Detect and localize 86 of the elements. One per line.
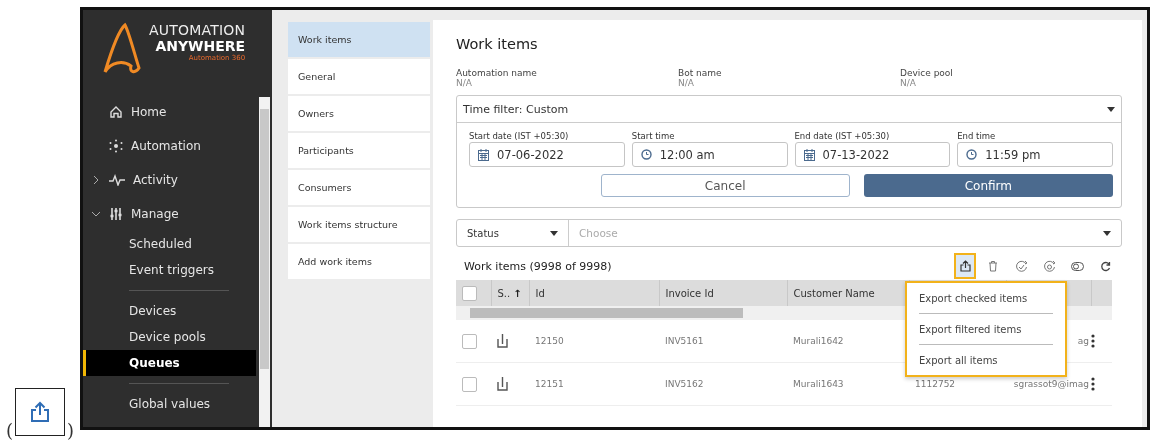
nav-item[interactable]: Home [131,105,167,119]
nav-item[interactable]: Scheduled [83,231,256,257]
cancel-button[interactable]: Cancel [600,174,850,197]
nav-item[interactable]: Event triggers [83,257,256,283]
subnav-tab[interactable]: Work items [288,22,430,57]
chevron-right-icon[interactable] [91,175,101,185]
field-label: Start time [631,131,676,141]
column-header[interactable]: S.. [497,287,511,299]
nav-item[interactable]: Manage [131,207,179,221]
table-cell: Murali1643 [793,379,844,389]
toggle-icon[interactable] [1070,261,1084,271]
status-dropdown[interactable]: Status [457,220,569,246]
subnav-tab[interactable]: Consumers [288,170,430,205]
checkbox[interactable] [462,285,477,301]
field-label: Automation name [456,68,538,78]
home-icon [109,105,123,119]
column-header[interactable]: Id [535,287,545,299]
sliders-icon [109,207,123,221]
caret-down-icon [550,230,558,236]
table-cell: sgrassot9@imag [1013,379,1089,389]
field-value: N/A [456,78,473,88]
nav-item[interactable]: Automation [131,139,201,153]
nav-item[interactable]: Devices [83,298,256,324]
pulse-icon [109,174,125,186]
parenthesis: ) [67,422,75,440]
table-cell: 12150 [535,336,564,346]
time-filter-dropdown[interactable]: Time filter: Custom [457,96,1121,123]
date-field[interactable]: 07-06-2022 [469,142,625,167]
date-field[interactable]: 07-13-2022 [794,142,951,167]
caret-down-icon [1103,230,1111,236]
menu-item[interactable]: Export all items [919,345,1053,375]
refresh-circle-icon[interactable] [1042,259,1056,273]
subnav-tab[interactable]: Owners [288,96,430,131]
field-label: Device pool [900,68,954,78]
nav-item[interactable]: Activity [133,173,178,187]
kebab-icon[interactable] [1091,334,1095,348]
clock-icon [966,149,978,160]
tray-down-icon [497,334,508,348]
subnav-tab[interactable]: Work items structure [288,207,430,242]
menu-item[interactable]: Export checked items [919,283,1053,314]
subnav-tab[interactable]: General [288,59,430,94]
table-title: Work items (9998 of 9998) [464,259,612,273]
checkbox[interactable] [462,376,477,392]
tray-down-icon [497,377,508,391]
trash-icon[interactable] [988,260,998,272]
menu-item[interactable]: Export filtered items [919,314,1053,345]
share-icon[interactable] [959,260,971,272]
dots-icon [109,139,123,153]
clock-icon [640,149,652,160]
field-label: End time [957,131,997,141]
toolbar-button[interactable] [954,253,976,279]
table-cell: INV5162 [665,379,704,389]
field-value: N/A [678,78,695,88]
nav-item[interactable]: Device pools [83,324,256,350]
caret-down-icon [1107,106,1115,112]
table-cell: INV5161 [665,336,704,346]
confirm-button[interactable]: Confirm [863,174,1113,197]
field-label: Bot name [678,68,723,78]
table-cell: ag [1077,336,1089,346]
field-label: Start date (IST +05:30) [469,131,570,141]
refresh-icon[interactable] [1099,260,1111,272]
checkbox[interactable] [462,333,477,349]
sort-indicator[interactable]: ↑ [513,287,522,299]
column-header[interactable]: Invoice Id [665,287,714,299]
time-field[interactable]: 11:59 pm [957,142,1113,167]
subnav-tab[interactable]: Participants [288,133,430,168]
check-circle-icon[interactable] [1014,259,1028,273]
logo-text: AUTOMATION [149,22,246,38]
table-cell: Murali1642 [793,336,844,346]
calendar-icon [803,148,815,161]
field-value: N/A [900,78,917,88]
share-icon [30,401,51,423]
table-cell: 12151 [535,379,564,389]
scrollbar[interactable] [259,97,270,427]
nav-item[interactable]: Queues [83,350,256,376]
calendar-icon [478,148,489,161]
logo-text: ANYWHERE [155,38,246,54]
time-field[interactable]: 12:00 am [631,142,788,167]
table-cell: 1112752 [915,379,956,389]
page-title: Work items [456,36,539,52]
chevron-down-icon[interactable] [91,209,101,219]
subnav-tab[interactable]: Add work items [288,244,430,279]
kebab-icon[interactable] [1091,377,1095,391]
parenthesis: ( [6,422,14,440]
nav-item[interactable]: Global values [83,391,256,417]
field-label: End date (IST +05:30) [794,131,891,141]
